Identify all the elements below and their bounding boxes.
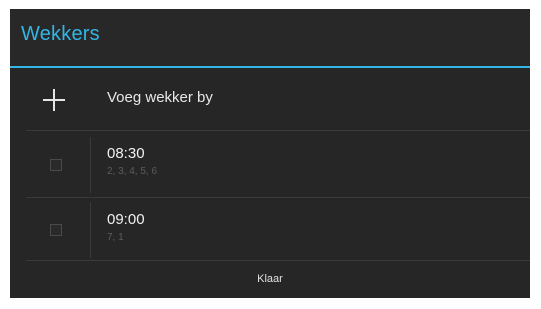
alarm-list-item: 09:00 7, 1 — [10, 198, 530, 264]
dialog-title: Wekkers — [21, 23, 100, 45]
dialog-title-bar: Wekkers — [10, 9, 530, 66]
alarm-time: 09:00 — [107, 211, 145, 228]
vertical-separator — [90, 202, 91, 258]
alarms-dialog: Wekkers Voeg wekker by 08:30 2, 3, 4, 5,… — [10, 9, 530, 298]
alarm-days: 2, 3, 4, 5, 6 — [107, 166, 158, 177]
alarm-time: 08:30 — [107, 145, 145, 162]
alarm-enable-checkbox[interactable] — [50, 159, 62, 171]
done-button[interactable]: Klaar — [10, 261, 530, 298]
alarm-details[interactable]: 09:00 7, 1 — [107, 211, 145, 244]
add-alarm-button[interactable]: Voeg wekker by — [10, 68, 530, 130]
alarm-list-item: 08:30 2, 3, 4, 5, 6 — [10, 131, 530, 197]
vertical-separator — [90, 137, 91, 193]
plus-icon — [43, 89, 65, 111]
alarm-details[interactable]: 08:30 2, 3, 4, 5, 6 — [107, 145, 157, 178]
alarm-days: 7, 1 — [107, 232, 124, 243]
add-alarm-label: Voeg wekker by — [107, 89, 213, 106]
alarm-enable-checkbox[interactable] — [50, 224, 62, 236]
